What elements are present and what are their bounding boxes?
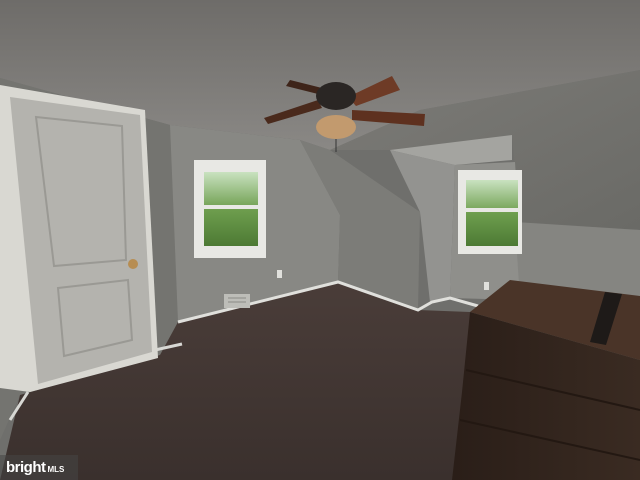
room-photo [0, 0, 640, 480]
watermark: bright MLS [0, 455, 78, 480]
wall-outlet [277, 270, 282, 278]
watermark-brand: bright [6, 459, 46, 476]
window-dormer-glass [466, 180, 518, 246]
floor-vent [224, 294, 250, 308]
fan-motor [316, 82, 356, 110]
dresser [452, 280, 640, 480]
wall-outlet [484, 282, 489, 290]
fan-light [316, 115, 356, 139]
door-knob[interactable] [128, 259, 138, 269]
watermark-suffix: MLS [47, 465, 65, 474]
